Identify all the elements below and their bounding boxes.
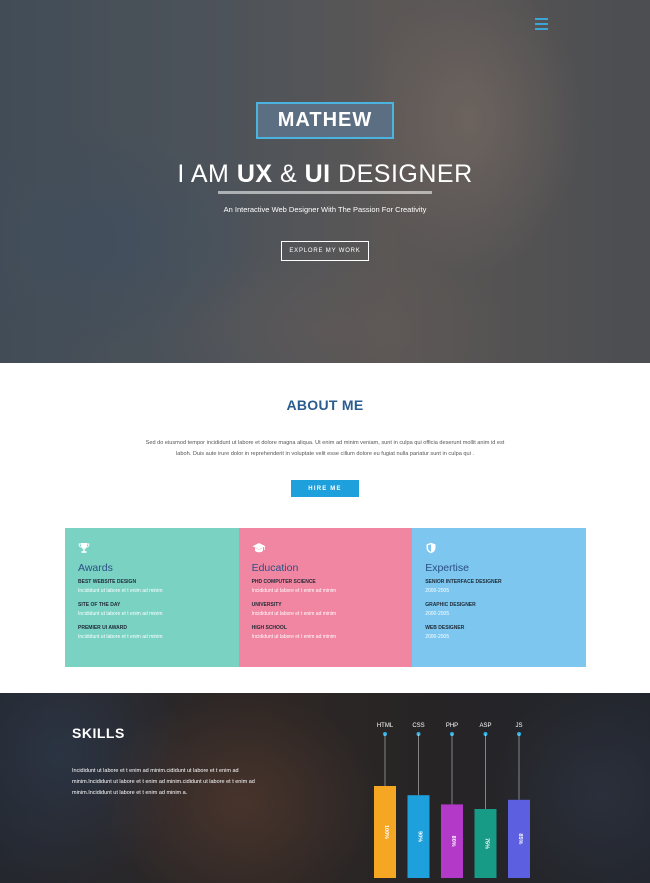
skill-category-label: JS bbox=[515, 723, 522, 729]
skill-category-label: ASP bbox=[479, 723, 491, 729]
skills-text-line: Incididunt ut labore et t enim ad minim.… bbox=[72, 768, 239, 774]
list-item: PHD COMPUTER SCIENCE Incididunt ut labor… bbox=[252, 579, 400, 596]
skill-value-label: 100% bbox=[383, 825, 389, 839]
list-item-sub: 2000-2005 bbox=[425, 634, 450, 640]
skills-text-line: minim.Incididunt ut labore et t enim ad … bbox=[72, 790, 188, 796]
hire-me-button[interactable]: HIRE ME bbox=[291, 480, 359, 497]
list-item-sub: Incididunt ut labore et t enim ad minim bbox=[251, 634, 337, 640]
list-item-sub: Incididunt ut labore et t enim ad minim bbox=[251, 588, 337, 594]
card-title: Education bbox=[251, 562, 299, 574]
about-text-line: Sed do eiusmod tempor incididunt ut labo… bbox=[145, 440, 505, 446]
card-list: SENIOR INTERFACE DESIGNER 2000-2005 GRAP… bbox=[425, 579, 573, 642]
about-section: ABOUT ME Sed do eiusmod tempor incididun… bbox=[0, 363, 650, 693]
headline-ui: UI bbox=[304, 160, 331, 188]
card-list: PHD COMPUTER SCIENCE Incididunt ut labor… bbox=[252, 579, 400, 642]
headline-ux: UX bbox=[236, 160, 273, 188]
card-title: Awards bbox=[78, 562, 113, 574]
list-item-sub: Incididunt ut labore et t enim ad minim bbox=[78, 611, 163, 617]
skill-value-label: 75% bbox=[484, 838, 490, 849]
list-item: HIGH SCHOOL Incididunt ut labore et t en… bbox=[252, 625, 400, 642]
list-item: GRAPHIC DESIGNER 2000-2005 bbox=[425, 602, 573, 619]
graduation-cap-icon bbox=[252, 543, 266, 553]
headline-post: DESIGNER bbox=[330, 160, 473, 188]
list-item-title: BEST WEBSITE DESIGN bbox=[78, 579, 137, 585]
skills-section: SKILLS Incididunt ut labore et t enim ad… bbox=[0, 693, 650, 883]
about-text: Sed do eiusmod tempor incididunt ut labo… bbox=[115, 438, 535, 460]
headline: I AM UX & UI DESIGNER bbox=[0, 160, 650, 189]
education-card: Education PHD COMPUTER SCIENCE Incididun… bbox=[238, 528, 413, 667]
hamburger-menu-icon[interactable] bbox=[535, 18, 548, 30]
skill-value-label: 80% bbox=[450, 836, 456, 847]
skill-category-label: CSS bbox=[412, 723, 424, 729]
list-item-title: GRAPHIC DESIGNER bbox=[425, 602, 476, 608]
list-item-title: PREMIER UI AWARD bbox=[78, 625, 127, 631]
list-item: WEB DESIGNER 2000-2005 bbox=[425, 625, 573, 642]
list-item-title: SITE OF THE DAY bbox=[78, 602, 121, 608]
list-item-title: HIGH SCHOOL bbox=[251, 625, 287, 631]
tagline: An Interactive Web Designer With The Pas… bbox=[223, 205, 427, 214]
list-item-sub: 2000-2005 bbox=[425, 611, 450, 617]
info-cards: Awards BEST WEBSITE DESIGN Incididunt ut… bbox=[65, 528, 586, 667]
card-list: BEST WEBSITE DESIGN Incididunt ut labore… bbox=[78, 579, 226, 642]
list-item-title: PHD COMPUTER SCIENCE bbox=[251, 579, 316, 585]
list-item-sub: Incididunt ut labore et t enim ad minim bbox=[78, 634, 163, 640]
about-text-line: laboh. Duis aute irure dolor in reprehen… bbox=[176, 451, 474, 457]
list-item: SENIOR INTERFACE DESIGNER 2000-2005 bbox=[425, 579, 573, 596]
list-item-title: SENIOR INTERFACE DESIGNER bbox=[425, 579, 502, 585]
list-item-title: UNIVERSITY bbox=[251, 602, 282, 608]
list-item: SITE OF THE DAY Incididunt ut labore et … bbox=[78, 602, 226, 619]
skills-title: SKILLS bbox=[72, 725, 125, 741]
explore-my-work-button[interactable]: EXPLORE MY WORK bbox=[281, 241, 369, 261]
skills-text-line: minim.Incididunt ut labore et t enim ad … bbox=[72, 779, 255, 785]
headline-amp: & bbox=[272, 160, 305, 188]
hero-section: MATHEW I AM UX & UI DESIGNER An Interact… bbox=[0, 0, 650, 363]
list-item-sub: Incididunt ut labore et t enim ad minim bbox=[251, 611, 337, 617]
skills-text: Incididunt ut labore et t enim ad minim.… bbox=[72, 766, 272, 799]
about-title: ABOUT ME bbox=[286, 397, 364, 413]
skill-value-label: 90% bbox=[417, 831, 423, 842]
list-item: BEST WEBSITE DESIGN Incididunt ut labore… bbox=[78, 579, 226, 596]
skill-category-label: HTML bbox=[377, 723, 394, 729]
shield-icon bbox=[426, 542, 436, 554]
awards-card: Awards BEST WEBSITE DESIGN Incididunt ut… bbox=[65, 528, 239, 667]
headline-pre: I AM bbox=[177, 160, 237, 188]
expertise-card: Expertise SENIOR INTERFACE DESIGNER 2000… bbox=[412, 528, 586, 667]
list-item-sub: Incididunt ut labore et t enim ad minim bbox=[78, 588, 163, 594]
list-item: UNIVERSITY Incididunt ut labore et t eni… bbox=[252, 602, 400, 619]
list-item-title: WEB DESIGNER bbox=[425, 625, 465, 631]
card-title: Expertise bbox=[425, 562, 469, 574]
list-item: PREMIER UI AWARD Incididunt ut labore et… bbox=[78, 625, 226, 642]
skill-category-label: PHP bbox=[446, 723, 458, 729]
skill-bar-chart: HTML 100% CSS 90% PHP 80% ASP 75% JS 85% bbox=[374, 723, 530, 878]
skill-value-label: 85% bbox=[517, 833, 523, 844]
headline-divider bbox=[218, 191, 432, 194]
name-badge: MATHEW bbox=[256, 102, 394, 139]
list-item-sub: 2000-2005 bbox=[425, 588, 450, 594]
trophy-icon bbox=[78, 543, 90, 553]
